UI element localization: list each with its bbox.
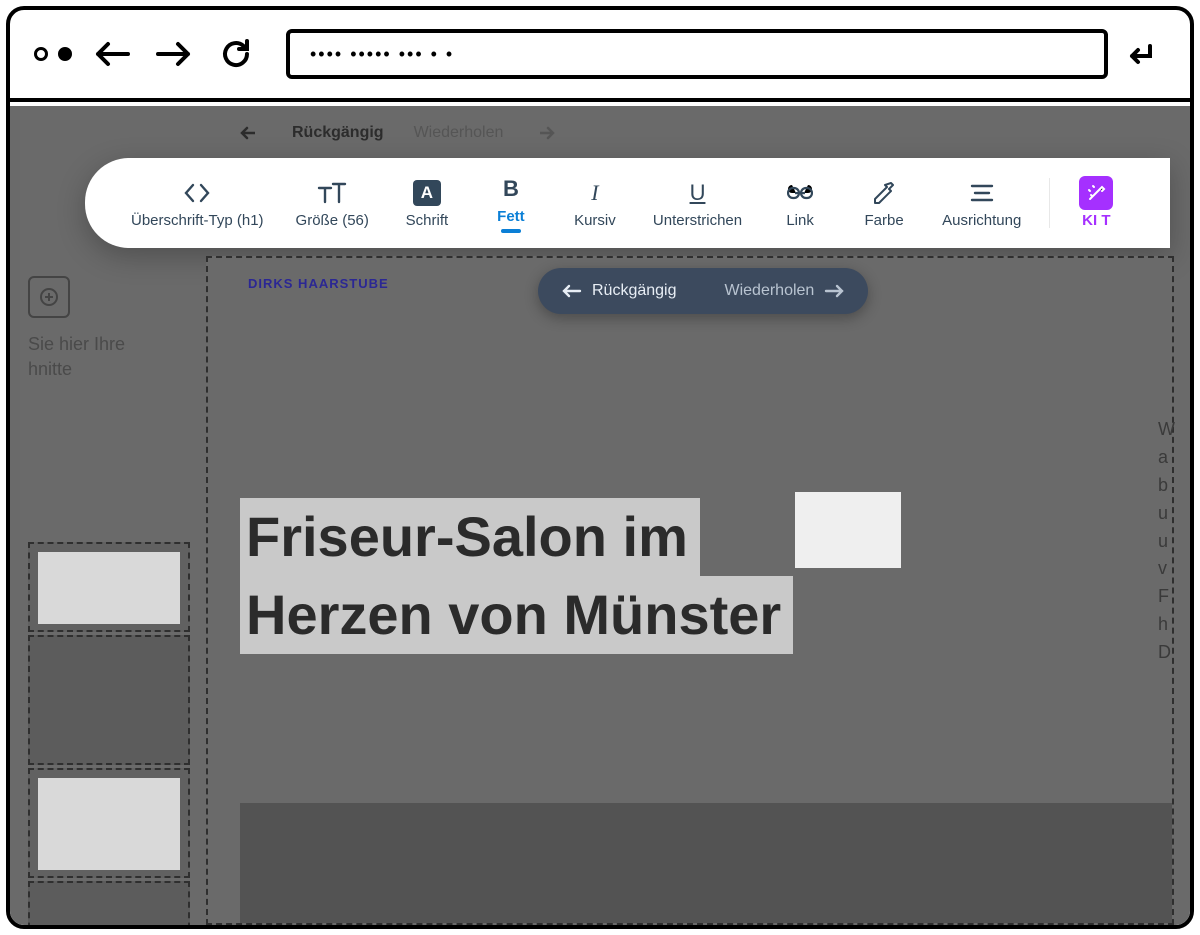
text-cursor-block	[795, 492, 901, 568]
editor-canvas[interactable]: DIRKS HAARSTUBE Rückgängig Wiederholen F…	[206, 256, 1174, 925]
site-logo[interactable]: DIRKS HAARSTUBE	[248, 276, 389, 291]
go-button[interactable]	[1126, 40, 1166, 68]
window-dot-min[interactable]	[34, 47, 48, 61]
sidebar-hint-2: hnitte	[28, 357, 190, 382]
color-button[interactable]: Farbe	[844, 172, 924, 235]
link-button[interactable]: Link	[760, 172, 840, 235]
selected-headline[interactable]: Friseur-Salon im Herzen von Münster	[240, 498, 793, 654]
sidebar-hint-1: Sie hier Ihre	[28, 332, 190, 357]
eyedropper-icon	[858, 178, 910, 208]
url-text: •••• ••••• ••• • •	[310, 44, 454, 65]
clipped-paragraph: W a b u u v F h D	[1158, 416, 1182, 667]
headline-line-2: Herzen von Münster	[240, 576, 793, 654]
section-thumb[interactable]	[28, 542, 190, 632]
sections-sidebar: Sie hier Ihre hnitte	[10, 256, 200, 925]
font-size-button[interactable]: Größe (56)	[282, 172, 383, 235]
alignment-button[interactable]: Ausrichtung	[928, 172, 1035, 235]
bold-button[interactable]: B Fett	[471, 168, 551, 239]
app-area: Rückgängig Wiederholen Überschrift-Typ (…	[10, 106, 1190, 925]
text-toolbar: Überschrift-Typ (h1) Größe (56) A Schrif…	[85, 158, 1170, 248]
magic-wand-icon	[1078, 178, 1114, 208]
text-size-icon	[296, 178, 369, 208]
next-section-band	[240, 803, 1172, 923]
code-icon	[131, 178, 264, 208]
font-family-button[interactable]: A Schrift	[387, 172, 467, 235]
section-thumb[interactable]	[28, 768, 190, 878]
window-controls	[34, 47, 72, 61]
browser-top-bar: •••• ••••• ••• • •	[10, 10, 1190, 102]
url-bar[interactable]: •••• ••••• ••• • •	[286, 29, 1108, 79]
link-icon	[774, 178, 826, 208]
active-indicator	[501, 229, 521, 233]
font-icon: A	[401, 178, 453, 208]
italic-button[interactable]: I Kursiv	[555, 172, 635, 235]
heading-type-button[interactable]: Überschrift-Typ (h1)	[117, 172, 278, 235]
nav-forward-button[interactable]	[152, 32, 196, 76]
align-icon	[942, 178, 1021, 208]
toolbar-divider	[1049, 178, 1050, 228]
editor-undo-label[interactable]: Rückgängig	[292, 124, 384, 142]
canvas-undo-button[interactable]: Rückgängig	[538, 268, 701, 314]
nav-reload-button[interactable]	[214, 32, 258, 76]
italic-icon: I	[569, 178, 621, 208]
window-dot-close[interactable]	[58, 47, 72, 61]
redo-icon	[533, 125, 555, 141]
bold-icon: B	[485, 174, 537, 204]
undo-icon	[240, 125, 262, 141]
editor-redo-label[interactable]: Wiederholen	[414, 124, 504, 142]
floating-undo-pill: Rückgängig Wiederholen	[538, 268, 868, 314]
section-thumb[interactable]	[28, 635, 190, 765]
ai-tools-button[interactable]: KI T	[1064, 172, 1114, 235]
add-section-icon[interactable]	[28, 276, 70, 318]
headline-line-1: Friseur-Salon im	[240, 498, 700, 576]
browser-frame: •••• ••••• ••• • • Rückgängig Wiederhole…	[6, 6, 1194, 929]
underline-icon: U	[653, 178, 742, 208]
underline-button[interactable]: U Unterstrichen	[639, 172, 756, 235]
nav-back-button[interactable]	[90, 32, 134, 76]
section-thumb[interactable]	[28, 881, 190, 925]
editor-top-undo-row: Rückgängig Wiederholen	[240, 124, 555, 142]
canvas-redo-button[interactable]: Wiederholen	[701, 268, 869, 314]
